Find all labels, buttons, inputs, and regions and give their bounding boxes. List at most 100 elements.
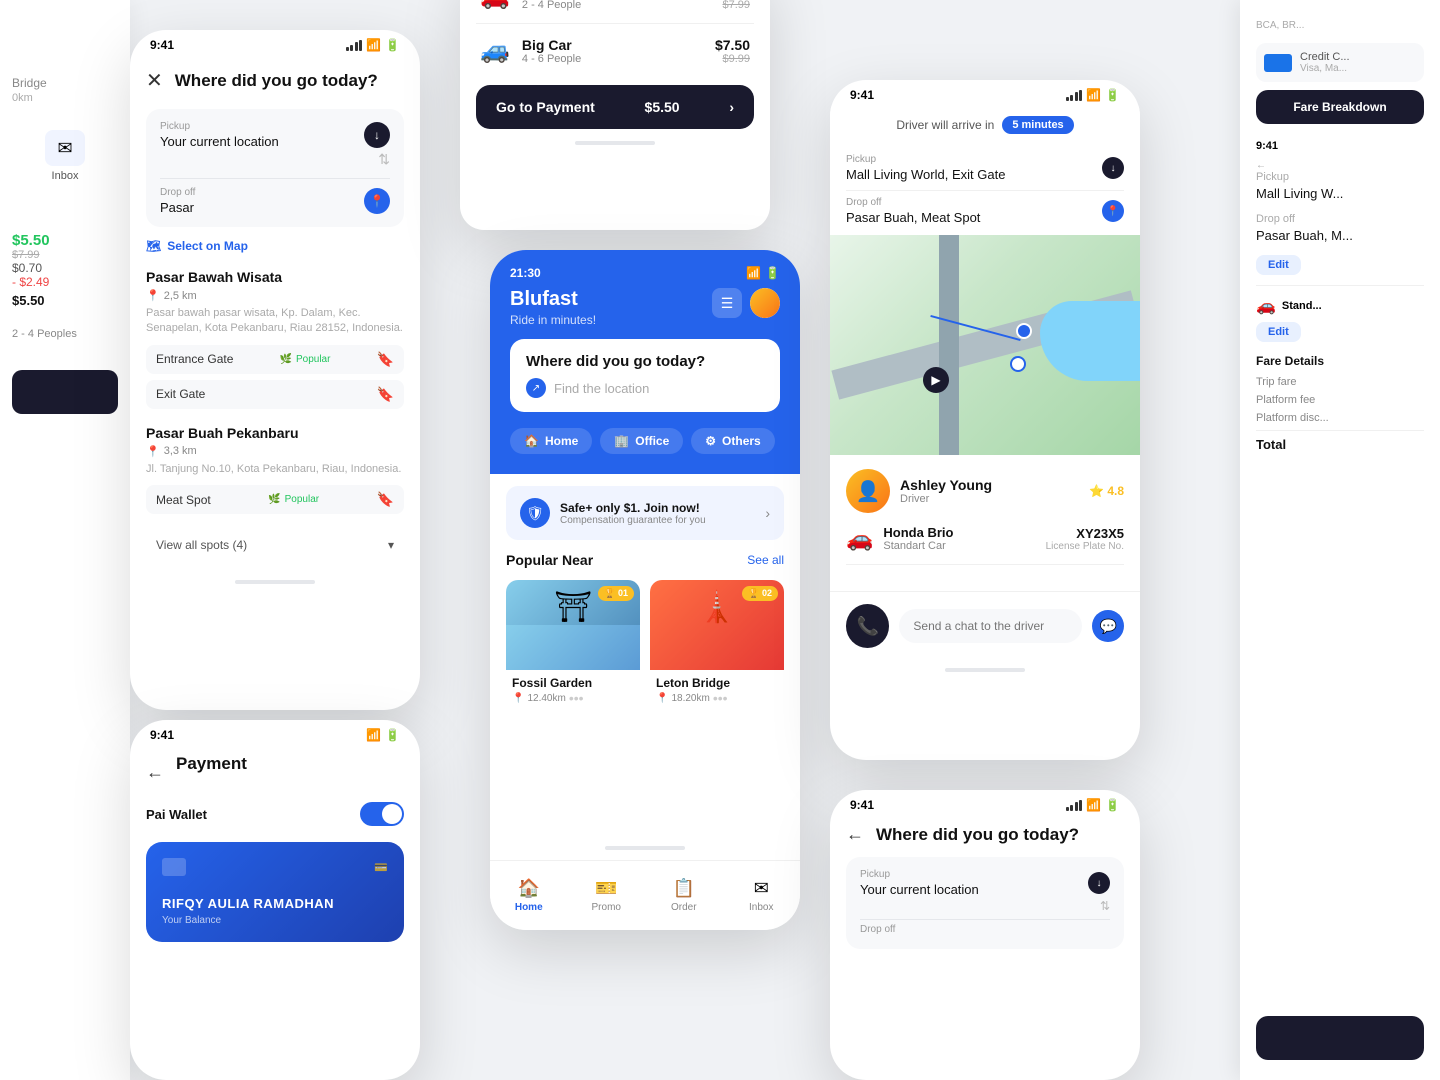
edit-car-button[interactable]: Edit <box>1256 322 1301 342</box>
select-on-map-button[interactable]: 🗺 Select on Map <box>146 239 404 253</box>
location-fields-2: Pickup Your current location ↓ ⇅ Drop of… <box>830 857 1140 949</box>
status-icons-6: 📶 🔋 <box>366 728 400 742</box>
others-quick-link[interactable]: ⚙ Others <box>691 428 774 454</box>
back-arrow-icon[interactable]: ← <box>1256 160 1424 171</box>
swap-icon[interactable]: ⇅ <box>378 151 390 168</box>
wifi-icon-4: 📶 <box>1086 88 1101 102</box>
spot-meat[interactable]: Meat Spot 🌿 Popular 🔖 <box>146 485 404 514</box>
battery-icon-1: 🔋 <box>385 38 400 52</box>
user-avatar[interactable] <box>750 288 780 318</box>
result2-name[interactable]: Pasar Buah Pekanbaru <box>146 425 404 441</box>
dropoff-field[interactable]: Drop off Pasar 📍 <box>160 187 390 215</box>
chat-input[interactable] <box>899 609 1082 643</box>
save-icon-1[interactable]: 🔖 <box>377 351 394 368</box>
car-price-old-2: $9.99 <box>715 53 750 65</box>
map-marker-driver: ▶ <box>923 367 949 393</box>
promo-banner[interactable]: 🛡 Safe+ only $1. Join now! Compensation … <box>506 486 784 540</box>
result1-name[interactable]: Pasar Bawah Wisata <box>146 269 404 285</box>
pickup-field[interactable]: Pickup Your current location ↓ <box>160 121 390 149</box>
popular-card-1[interactable]: ⛩ 🏆 01 Fossil Garden 📍 12.40km ••• <box>506 580 640 712</box>
panel-dropoff: Drop off Pasar Buah, M... <box>1256 213 1424 243</box>
call-button[interactable]: 📞 <box>846 604 889 648</box>
chat-send-button[interactable]: 💬 <box>1092 610 1124 642</box>
office-link-label: Office <box>635 434 669 448</box>
driver-name: Ashley Young <box>900 477 992 493</box>
map-water <box>1040 301 1140 381</box>
car-plate-row: 🚗 Honda Brio Standart Car XY23X5 License… <box>846 525 1124 565</box>
credit-card-label: Credit C... <box>1300 51 1350 63</box>
search-title: Where did you go today? <box>175 71 378 91</box>
panel-divider <box>1256 285 1424 286</box>
car-option-2[interactable]: 🚙 Big Car 4 - 6 People $7.50 $9.99 <box>460 24 770 77</box>
search-box[interactable]: Where did you go today? ↗ Find the locat… <box>510 339 780 412</box>
nav-home[interactable]: 🏠 Home <box>490 878 568 913</box>
chat-row: 📞 💬 <box>830 591 1140 660</box>
bottom-indicator-2 <box>575 141 655 145</box>
nav-inbox[interactable]: ✉ Inbox <box>723 878 801 913</box>
see-all-button[interactable]: See all <box>747 553 784 567</box>
inbox-section[interactable]: ✉ Inbox <box>12 120 118 192</box>
search-placeholder[interactable]: Find the location <box>554 381 649 396</box>
signal-bars-4 <box>1066 90 1083 101</box>
edit-route-button[interactable]: Edit <box>1256 255 1301 275</box>
wallet-label: Pai Wallet <box>146 807 207 822</box>
price-diff1: $0.70 <box>12 261 118 275</box>
swap-icon-2[interactable]: ⇅ <box>1100 899 1110 913</box>
pickup-field-2[interactable]: Pickup Your current location ↓ <box>860 869 1110 897</box>
map-road-vertical <box>939 235 959 455</box>
fare-breakdown-button[interactable]: Fare Breakdown <box>1256 90 1424 124</box>
car-price-val-2: $7.50 <box>715 37 750 53</box>
result2-dist: 📍 3,3 km <box>146 445 404 458</box>
search-dot-icon: ↗ <box>526 378 546 398</box>
fare-row-total: Total <box>1256 437 1424 452</box>
view-all-button[interactable]: View all spots (4) ▾ <box>146 530 404 560</box>
s5c <box>1075 802 1078 811</box>
dark-action-btn[interactable] <box>1256 1016 1424 1060</box>
trip-fare-label: Trip fare <box>1256 376 1297 388</box>
rating-value: 4.8 <box>1107 484 1124 498</box>
payment-back-button[interactable]: ← <box>146 762 164 783</box>
popular-card-2[interactable]: 🗼 🏆 02 Leton Bridge 📍 18.20km ••• <box>650 580 784 712</box>
payment-content: ← Payment Pai Wallet 💳 RIFQY AULIA RAMAD… <box>130 746 420 954</box>
credit-card-row[interactable]: Credit C... Visa, Ma... <box>1256 43 1424 82</box>
back-button[interactable]: ← <box>846 824 864 845</box>
spot-exit[interactable]: Exit Gate 🔖 <box>146 380 404 409</box>
pickup-icon-2: ↓ <box>1088 872 1110 894</box>
bottom-indicator-4 <box>945 668 1025 672</box>
spot-entrance[interactable]: Entrance Gate 🌿 Popular 🔖 <box>146 345 404 374</box>
dropoff-field-2[interactable]: Drop off <box>860 924 1110 937</box>
phone-location-search-2: 9:41 📶 🔋 ← Where did you go today? Picku… <box>830 790 1140 1080</box>
car-price-old-1: $7.99 <box>715 0 750 11</box>
close-button[interactable]: ✕ <box>146 68 163 93</box>
car-option-1[interactable]: 🚗 Standart Car 2 - 4 People $5.50 $7.99 <box>460 0 770 23</box>
nav-promo[interactable]: 🎫 Promo <box>568 878 646 913</box>
card-image-1: ⛩ 🏆 01 <box>506 580 640 670</box>
signal-bars-1 <box>346 40 363 51</box>
more-icon-1[interactable]: ••• <box>569 690 584 706</box>
star-icon: ⭐ <box>1089 484 1104 498</box>
wallet-toggle-switch[interactable] <box>360 802 404 826</box>
pickup-info-2: Pickup Your current location <box>860 869 979 897</box>
promo-sub: Compensation guarantee for you <box>560 515 765 526</box>
car-icon-2: 🚙 <box>480 36 510 65</box>
driver-pickup-field: Pickup Mall Living World, Exit Gate ↓ <box>846 154 1124 182</box>
driver-pickup-icon: ↓ <box>1102 157 1124 179</box>
home-quick-link[interactable]: 🏠 Home <box>510 428 592 454</box>
office-quick-link[interactable]: 🏢 Office <box>600 428 683 454</box>
time-1: 9:41 <box>150 38 174 52</box>
go-to-payment-button[interactable]: Go to Payment $5.50 › <box>476 85 754 129</box>
nav-order[interactable]: 📋 Order <box>645 878 723 913</box>
card-holder-name: RIFQY AULIA RAMADHAN <box>162 896 388 911</box>
menu-button[interactable]: ☰ <box>712 288 742 318</box>
dropoff-value[interactable]: Pasar <box>160 200 195 215</box>
save-icon-2[interactable]: 🔖 <box>377 386 394 403</box>
more-icon-2[interactable]: ••• <box>713 690 728 706</box>
result2-addr: Jl. Tanjung No.10, Kota Pekanbaru, Riau,… <box>146 462 404 477</box>
panel-pickup-value: Mall Living W... <box>1256 186 1424 201</box>
save-icon-3[interactable]: 🔖 <box>377 491 394 508</box>
fare-row-platform: Platform fee <box>1256 394 1424 406</box>
close-row: ✕ Where did you go today? <box>146 68 404 93</box>
driver-dropoff-info: Drop off Pasar Buah, Meat Spot <box>846 197 980 225</box>
location-pin-icon-2: 📍 <box>146 445 160 458</box>
driver-details: Ashley Young Driver <box>900 477 992 505</box>
